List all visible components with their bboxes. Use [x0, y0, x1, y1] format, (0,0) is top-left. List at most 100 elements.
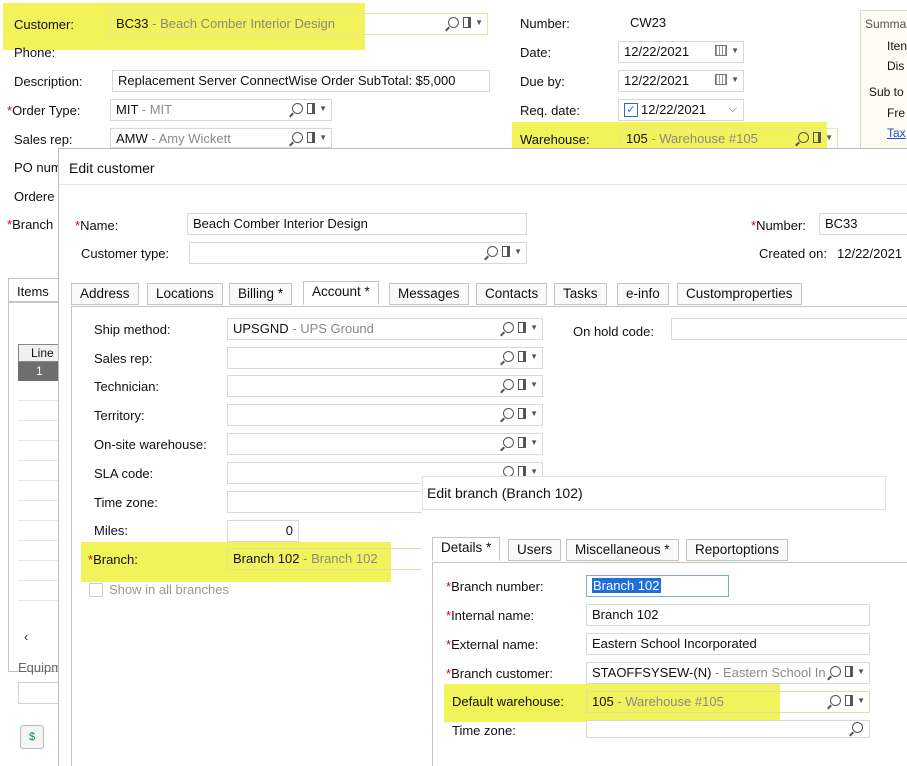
chevron-down-icon[interactable]: ▼: [475, 18, 483, 27]
flag-icon[interactable]: [518, 437, 527, 448]
chevron-down-icon[interactable]: ▼: [731, 46, 739, 55]
search-icon[interactable]: [503, 351, 515, 362]
chevron-down-icon[interactable]: ▼: [319, 133, 327, 142]
order-type-field[interactable]: MIT - MIT ▼: [110, 99, 332, 121]
flag-icon[interactable]: [518, 322, 527, 333]
tab-locations[interactable]: Locations: [147, 283, 223, 305]
req-date-checkbox[interactable]: ✓: [624, 103, 638, 117]
external-name-label-text: External name:: [451, 637, 539, 652]
tab-tasks[interactable]: Tasks: [554, 283, 607, 305]
technician-field[interactable]: ▼: [227, 375, 543, 397]
search-icon[interactable]: [487, 246, 499, 257]
flag-icon[interactable]: [502, 246, 511, 257]
line-row-selected[interactable]: 1: [18, 362, 60, 381]
chevron-down-icon[interactable]: ▼: [857, 667, 865, 676]
flag-icon[interactable]: [518, 408, 527, 419]
summary-tax-link[interactable]: Tax: [887, 126, 906, 140]
search-icon[interactable]: [798, 132, 810, 143]
chevron-down-icon[interactable]: ▼: [530, 323, 538, 332]
tab-customproperties[interactable]: Customproperties: [677, 283, 802, 305]
tab-details[interactable]: Details *: [432, 537, 501, 561]
flag-icon[interactable]: [307, 103, 316, 114]
chevron-down-icon[interactable]: ▼: [530, 352, 538, 361]
price-icon[interactable]: $: [20, 725, 44, 749]
search-icon[interactable]: [830, 666, 842, 677]
tab-contacts[interactable]: Contacts: [476, 283, 548, 305]
external-name-field[interactable]: Eastern School Incorporated: [586, 633, 870, 655]
miles-label: Miles:: [94, 523, 128, 538]
chevron-down-icon[interactable]: ▼: [530, 380, 538, 389]
search-icon[interactable]: [852, 722, 863, 733]
flag-icon[interactable]: [518, 351, 527, 362]
chevron-down-icon[interactable]: ▼: [731, 75, 739, 84]
tab-reportoptions[interactable]: Reportoptions: [686, 539, 789, 561]
customer-label: Customer:: [14, 17, 74, 32]
cust-number-field[interactable]: BC33: [819, 213, 907, 235]
search-icon[interactable]: [448, 17, 460, 28]
flag-icon[interactable]: [518, 379, 527, 390]
branch-time-zone-field[interactable]: [586, 720, 870, 738]
flag-icon[interactable]: [813, 132, 822, 143]
req-date-field[interactable]: ✓ 12/22/2021 ⌵: [618, 99, 744, 121]
chevron-down-icon[interactable]: ▼: [514, 247, 522, 256]
search-icon[interactable]: [503, 379, 515, 390]
due-field[interactable]: 12/22/2021 ▼: [618, 70, 744, 92]
default-warehouse-field[interactable]: 105 - Warehouse #105 ▼: [586, 691, 870, 713]
tab-account[interactable]: Account *: [303, 281, 379, 305]
chevron-down-icon[interactable]: ▼: [530, 438, 538, 447]
branch-field[interactable]: Branch 102 - Branch 102: [227, 548, 423, 570]
flag-icon[interactable]: [845, 695, 854, 706]
warehouse-field[interactable]: 105 - Warehouse #105 ▼: [620, 128, 838, 150]
internal-name-field[interactable]: Branch 102: [586, 604, 870, 626]
customer-name: - Beach Comber Interior Design: [152, 16, 335, 31]
onsite-warehouse-label: On-site warehouse:: [94, 437, 207, 452]
show-all-branches-checkbox[interactable]: [89, 583, 103, 597]
territory-field[interactable]: ▼: [227, 404, 543, 426]
customer-code: BC33: [116, 16, 149, 31]
customer-name-field[interactable]: Beach Comber Interior Design: [187, 213, 527, 235]
description-field[interactable]: Replacement Server ConnectWise Order Sub…: [112, 70, 490, 92]
calendar-icon[interactable]: [715, 74, 728, 85]
tab-miscellaneous[interactable]: Miscellaneous *: [566, 539, 679, 561]
items-tab[interactable]: Items: [8, 278, 60, 302]
summary-discount: Dis: [887, 59, 905, 73]
tab-e-info[interactable]: e-info: [617, 283, 669, 305]
flag-icon[interactable]: [845, 666, 854, 677]
ship-method-field[interactable]: UPSGND - UPS Ground ▼: [227, 318, 543, 340]
acct-sales-rep-field[interactable]: ▼: [227, 347, 543, 369]
search-icon[interactable]: [292, 103, 304, 114]
branch-customer-field[interactable]: STAOFFSYSEW-(N) - Eastern School In ▼: [586, 662, 870, 684]
chevron-down-icon[interactable]: ⌵: [729, 103, 737, 116]
tab-address[interactable]: Address: [71, 283, 139, 305]
chevron-down-icon[interactable]: ▼: [530, 467, 538, 476]
chevron-down-icon[interactable]: ▼: [825, 133, 833, 142]
branch-number-label-text: Branch number:: [451, 579, 544, 594]
default-warehouse-label: Default warehouse:: [452, 694, 565, 709]
miles-field[interactable]: 0: [227, 520, 299, 542]
flag-icon[interactable]: [463, 17, 472, 28]
date-field[interactable]: 12/22/2021 ▼: [618, 41, 744, 63]
chevron-down-icon[interactable]: ▼: [319, 104, 327, 113]
branch-customer-label: *Branch customer:: [446, 666, 553, 681]
customer-type-field[interactable]: ▼: [189, 242, 527, 264]
chevron-down-icon[interactable]: ▼: [857, 696, 865, 705]
calendar-icon[interactable]: [715, 45, 728, 56]
search-icon[interactable]: [503, 322, 515, 333]
search-icon[interactable]: [503, 408, 515, 419]
customer-field[interactable]: BC33 - Beach Comber Interior Design ▼: [110, 13, 488, 35]
scroll-left-icon[interactable]: ‹: [24, 629, 28, 644]
tab-billing[interactable]: Billing *: [229, 283, 293, 305]
search-icon[interactable]: [292, 132, 304, 143]
equipment-field[interactable]: [18, 682, 60, 704]
branch-number-field[interactable]: Branch 102: [586, 575, 729, 597]
chevron-down-icon[interactable]: ▼: [530, 409, 538, 418]
tab-users[interactable]: Users: [508, 539, 562, 561]
search-icon[interactable]: [503, 437, 515, 448]
flag-icon[interactable]: [307, 132, 316, 143]
onsite-warehouse-field[interactable]: ▼: [227, 433, 543, 455]
on-hold-field[interactable]: [671, 318, 907, 340]
tab-messages[interactable]: Messages: [389, 283, 469, 305]
time-zone-field[interactable]: [227, 491, 427, 513]
search-icon[interactable]: [830, 695, 842, 706]
sales-rep-field[interactable]: AMW - Amy Wickett ▼: [110, 128, 332, 148]
